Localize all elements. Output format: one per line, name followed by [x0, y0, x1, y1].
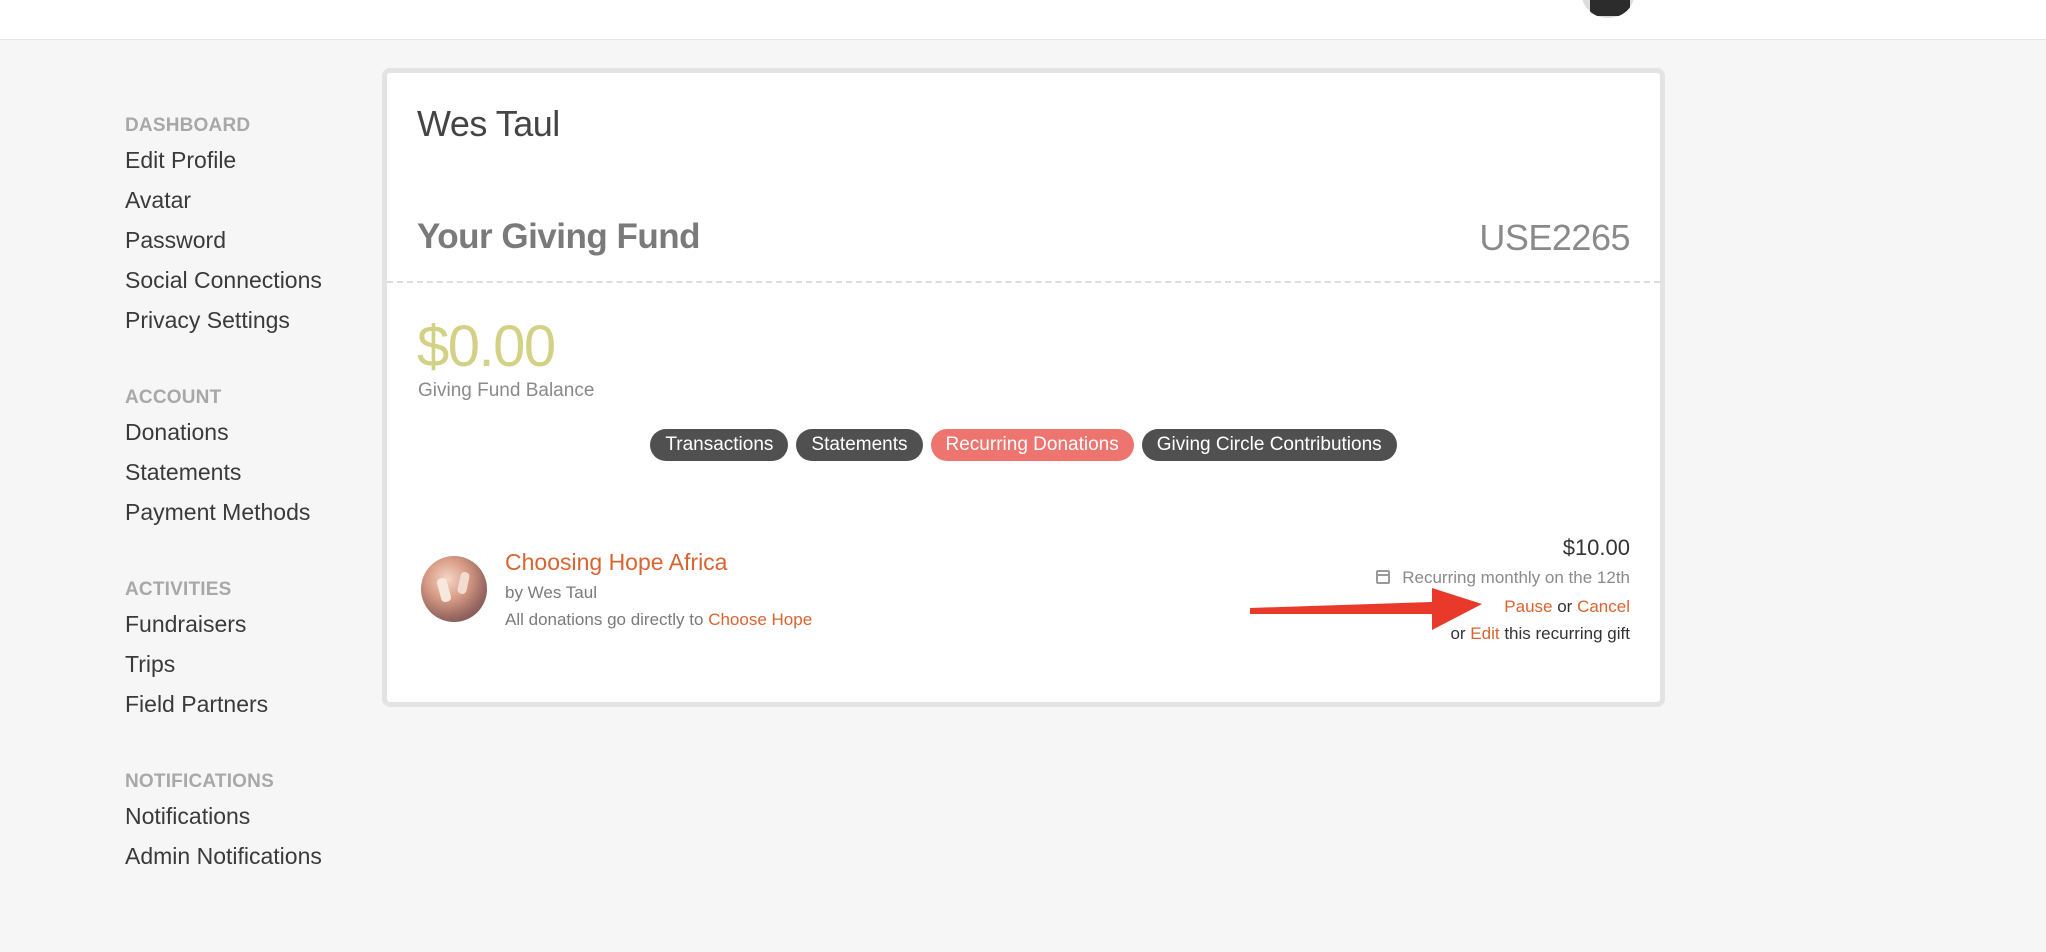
sidebar-item-fundraisers[interactable]: Fundraisers — [125, 604, 385, 644]
sidebar-item-password[interactable]: Password — [125, 220, 385, 260]
cancel-link[interactable]: Cancel — [1577, 597, 1630, 616]
pause-link[interactable]: Pause — [1504, 597, 1552, 616]
tab-recurring-donations[interactable]: Recurring Donations — [930, 429, 1134, 461]
campaign-note: All donations go directly to Choose Hope — [505, 610, 812, 630]
dashed-divider — [387, 281, 1660, 283]
campaign-by-line: by Wes Taul — [505, 583, 597, 602]
sidebar-item-social-connections[interactable]: Social Connections — [125, 260, 385, 300]
sidebar-item-notifications[interactable]: Notifications — [125, 796, 385, 836]
sidebar-item-statements[interactable]: Statements — [125, 452, 385, 492]
fund-code: USE2265 — [1479, 217, 1630, 258]
sidebar-heading-activities: ACTIVITIES — [125, 579, 232, 600]
sidebar-item-field-partners[interactable]: Field Partners — [125, 684, 385, 724]
sidebar-item-admin-notifications[interactable]: Admin Notifications — [125, 836, 385, 876]
red-arrow-icon — [1250, 588, 1482, 630]
tab-giving-circle-contributions[interactable]: Giving Circle Contributions — [1141, 429, 1397, 461]
balance-amount: $0.00 — [417, 314, 556, 379]
user-avatar[interactable] — [1580, 0, 1636, 20]
sidebar-item-edit-profile[interactable]: Edit Profile — [125, 140, 385, 180]
tab-statements[interactable]: Statements — [796, 429, 923, 461]
fund-tabs: Transactions Statements Recurring Donati… — [387, 429, 1660, 461]
page-title: Wes Taul — [417, 103, 560, 144]
choose-hope-link[interactable]: Choose Hope — [708, 610, 812, 629]
sidebar-item-donations[interactable]: Donations — [125, 412, 385, 452]
top-bar — [0, 0, 2046, 40]
tab-transactions[interactable]: Transactions — [650, 429, 789, 461]
edit-suffix-text: this recurring gift — [1504, 624, 1630, 643]
sidebar-heading-account: ACCOUNT — [125, 387, 222, 408]
campaign-avatar[interactable] — [421, 556, 487, 622]
donation-amount: $10.00 — [1562, 535, 1630, 560]
sidebar-nav: DASHBOARD Edit Profile Avatar Password S… — [125, 112, 385, 876]
balance-label: Giving Fund Balance — [418, 380, 595, 401]
sidebar-item-payment-methods[interactable]: Payment Methods — [125, 492, 385, 532]
fund-title: Your Giving Fund — [417, 217, 701, 256]
sidebar-item-trips[interactable]: Trips — [125, 644, 385, 684]
sidebar-item-avatar[interactable]: Avatar — [125, 180, 385, 220]
campaign-note-text: All donations go directly to — [505, 610, 704, 629]
sidebar-item-privacy-settings[interactable]: Privacy Settings — [125, 300, 385, 340]
sidebar-heading-notifications: NOTIFICATIONS — [125, 771, 274, 792]
or-text: or — [1557, 597, 1573, 616]
campaign-name-link[interactable]: Choosing Hope Africa — [505, 549, 727, 576]
sidebar-heading-dashboard: DASHBOARD — [125, 115, 251, 136]
